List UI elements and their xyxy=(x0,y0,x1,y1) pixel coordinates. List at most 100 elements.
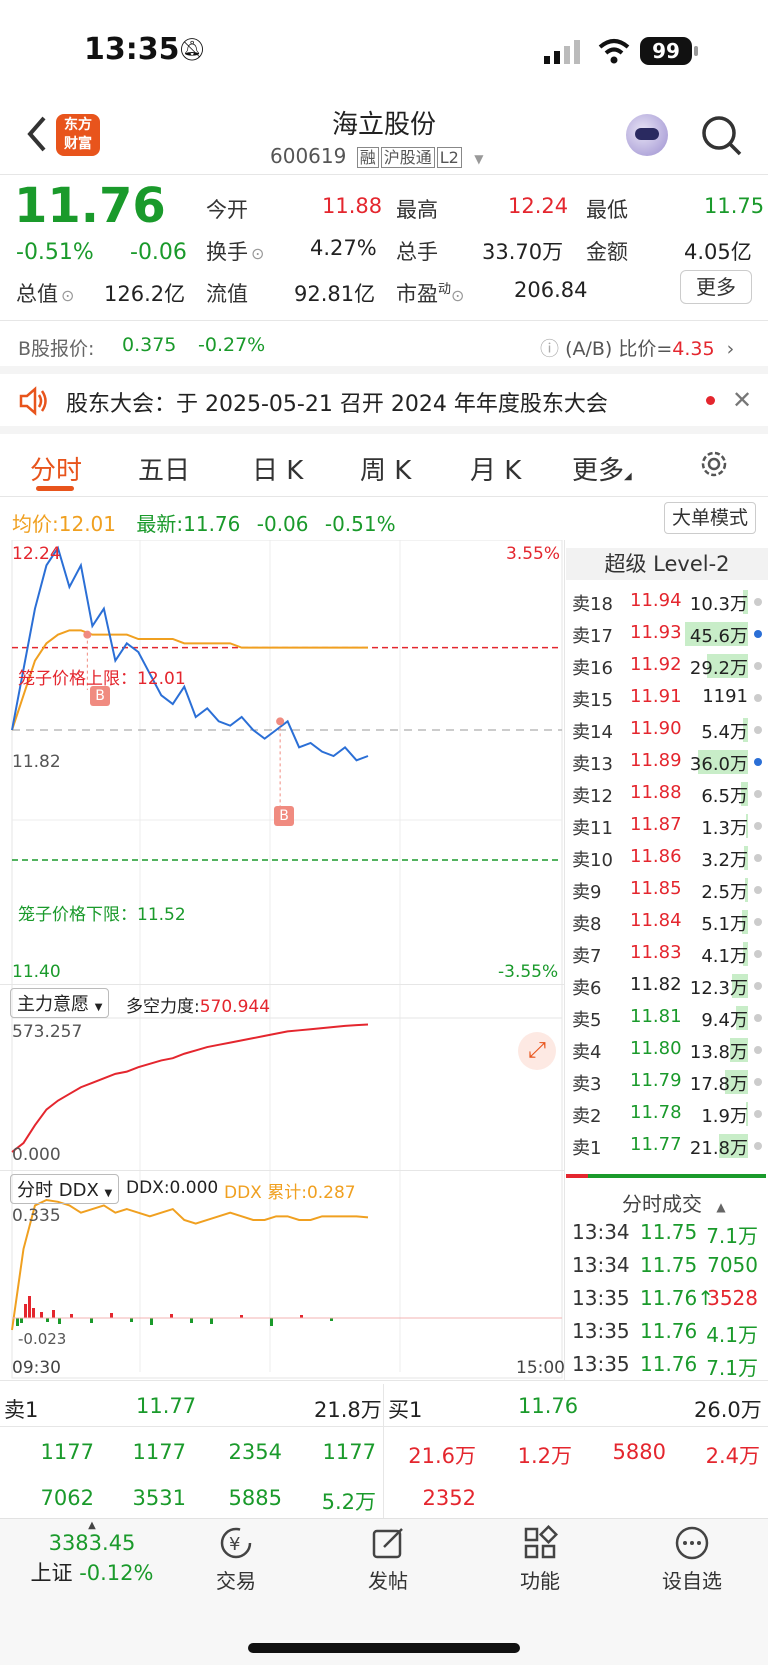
book-buy1-vol: 26.0万 xyxy=(694,1398,762,1422)
level2-title[interactable]: 超级 Level-2 xyxy=(566,548,768,580)
buy-marker-2[interactable]: B xyxy=(274,806,294,826)
ddx-bar xyxy=(32,1308,35,1318)
trade-time: 13:35 xyxy=(572,1352,630,1376)
expand-icon[interactable]: ⤢ xyxy=(518,1032,556,1070)
sell-level-row[interactable]: 卖6 11.82 12.3万 xyxy=(572,970,768,1002)
edit-icon xyxy=(372,1528,403,1559)
trade-price: 11.75 xyxy=(640,1220,698,1244)
sell-level-row[interactable]: 卖17 11.93 45.6万 xyxy=(572,618,768,650)
sell-level-row[interactable]: 卖9 11.85 2.5万 xyxy=(572,874,768,906)
low-value: 11.75 xyxy=(704,194,765,218)
ddx-bar xyxy=(210,1318,213,1324)
section-divider xyxy=(0,426,768,434)
trade-volume: 7.1万 xyxy=(706,1224,758,1248)
trade-time: 13:35 xyxy=(572,1286,630,1310)
indicator1-selector[interactable]: 主力意愿 ▼ xyxy=(10,988,110,1018)
index-ticker[interactable]: ▲ 3383.45 上证 -0.12% xyxy=(22,1520,162,1587)
indicator1-name: 主力意愿 xyxy=(17,994,89,1015)
info-icon: ⊙ xyxy=(61,286,75,305)
sell-level-row[interactable]: 卖15 11.91 1191 xyxy=(572,682,768,714)
sell-level-row[interactable]: 卖4 11.80 13.8万 xyxy=(572,1034,768,1066)
book-buy1-label: 买1 xyxy=(388,1398,423,1422)
mcap-label-text: 总值 xyxy=(16,282,58,306)
search-icon[interactable] xyxy=(700,114,744,162)
order-dot xyxy=(754,758,762,766)
home-indicator xyxy=(248,1643,520,1653)
sell-level-row[interactable]: 卖14 11.90 5.4万 xyxy=(572,714,768,746)
indicator2-selector[interactable]: 分时 DDX ▼ xyxy=(10,1174,120,1204)
sell-level-label: 卖8 xyxy=(572,914,602,935)
index-name: 上证 xyxy=(30,1561,73,1585)
sell-level-row[interactable]: 卖1 11.77 21.8万 xyxy=(572,1130,768,1162)
buy-marker-1[interactable]: B xyxy=(90,686,110,706)
badge-connect: 沪股通 xyxy=(380,147,435,168)
tab-daily-k[interactable]: 日 K xyxy=(252,450,303,487)
sell-level-label: 卖4 xyxy=(572,1042,602,1063)
sell-level-row[interactable]: 卖16 11.92 29.2万 xyxy=(572,650,768,682)
nav-functions[interactable]: 功能 xyxy=(480,1525,600,1594)
time-start: 09:30 xyxy=(12,1358,61,1378)
indicator2-min: -0.023 xyxy=(18,1330,67,1348)
trades-title[interactable]: 分时成交 ▲ xyxy=(622,1188,726,1217)
ddx-bar xyxy=(170,1314,173,1318)
ddx-line xyxy=(11,1198,369,1331)
sell-level-row[interactable]: 卖11 11.87 1.3万 xyxy=(572,810,768,842)
volume-label: 总手 xyxy=(396,240,438,264)
pe-label[interactable]: 市盈动⊙ xyxy=(396,278,464,308)
sell-level-price: 11.82 xyxy=(630,974,682,995)
sell-level-volume: 45.6万 xyxy=(689,626,748,647)
sell-level-row[interactable]: 卖8 11.84 5.1万 xyxy=(572,906,768,938)
bshare-price: 0.375 xyxy=(122,334,177,356)
sell-level-row[interactable]: 卖18 11.94 10.3万 xyxy=(572,586,768,618)
nav-post[interactable]: 发帖 xyxy=(328,1525,448,1594)
tab-intraday[interactable]: 分时 xyxy=(30,450,82,487)
more-button[interactable]: 更多 xyxy=(680,270,752,304)
robot-assistant-icon[interactable] xyxy=(626,114,668,156)
sell-level-row[interactable]: 卖13 11.89 36.0万 xyxy=(572,746,768,778)
sell-level-row[interactable]: 卖5 11.81 9.4万 xyxy=(572,1002,768,1034)
sell-level-price: 11.89 xyxy=(630,750,682,771)
mcap-label[interactable]: 总值 ⊙ xyxy=(16,278,74,308)
sell-level-row[interactable]: 卖3 11.79 17.8万 xyxy=(572,1066,768,1098)
tab-monthly-k[interactable]: 月 K xyxy=(470,450,521,487)
sell-level-label: 卖6 xyxy=(572,978,602,999)
book-sell1-label: 卖1 xyxy=(4,1398,39,1422)
close-icon[interactable]: ✕ xyxy=(732,386,752,414)
book-divider xyxy=(383,1384,384,1518)
settings-icon[interactable] xyxy=(698,448,730,484)
sell-level-row[interactable]: 卖7 11.83 4.1万 xyxy=(572,938,768,970)
nav-add-watchlist[interactable]: 设自选 xyxy=(632,1525,752,1594)
sell-level-row[interactable]: 卖2 11.78 1.9万 xyxy=(572,1098,768,1130)
chart-top-pct: 3.55% xyxy=(506,544,561,564)
sell-level-label: 卖14 xyxy=(572,722,613,743)
ddx-bar xyxy=(190,1318,193,1323)
section-divider xyxy=(0,366,768,374)
ddx-bar xyxy=(90,1318,93,1323)
ddx-bar xyxy=(46,1318,49,1322)
notice-text[interactable]: 股东大会：于 2025-05-21 召开 2024 年年度股东大会 xyxy=(66,386,608,418)
help-icon: ⓘ xyxy=(540,338,560,360)
sell-level-row[interactable]: 卖12 11.88 6.5万 xyxy=(572,778,768,810)
turnover-label[interactable]: 换手 ⊙ xyxy=(206,236,264,266)
sell-level-volume: 21.8万 xyxy=(689,1138,748,1159)
low-label: 最低 xyxy=(586,198,628,222)
sell-level-price: 11.86 xyxy=(630,846,682,867)
trade-time: 13:35 xyxy=(572,1319,630,1343)
nav-post-label: 发帖 xyxy=(368,1569,408,1593)
order-dot xyxy=(754,918,762,926)
order-dot xyxy=(754,1014,762,1022)
tab-weekly-k[interactable]: 周 K xyxy=(360,450,411,487)
big-order-mode-button[interactable]: 大单模式 xyxy=(664,502,756,534)
mcap-value: 126.2亿 xyxy=(104,282,186,306)
chevron-right-icon: › xyxy=(726,338,735,360)
float-value: 92.81亿 xyxy=(294,282,376,306)
ab-ratio[interactable]: ⓘ (A/B) 比价=4.35 › xyxy=(540,334,734,361)
nav-trade[interactable]: ¥ 交易 xyxy=(176,1525,296,1594)
tab-five-day[interactable]: 五日 xyxy=(138,450,190,487)
sell-level-row[interactable]: 卖10 11.86 3.2万 xyxy=(572,842,768,874)
sell-queue-cell: 2354 xyxy=(228,1440,282,1464)
stock-code-row[interactable]: 600619 融沪股通 L2 ▼ xyxy=(270,144,483,168)
tab-more[interactable]: 更多◢ xyxy=(572,450,632,487)
order-dot xyxy=(754,630,762,638)
avg-value: 12.01 xyxy=(58,512,117,536)
